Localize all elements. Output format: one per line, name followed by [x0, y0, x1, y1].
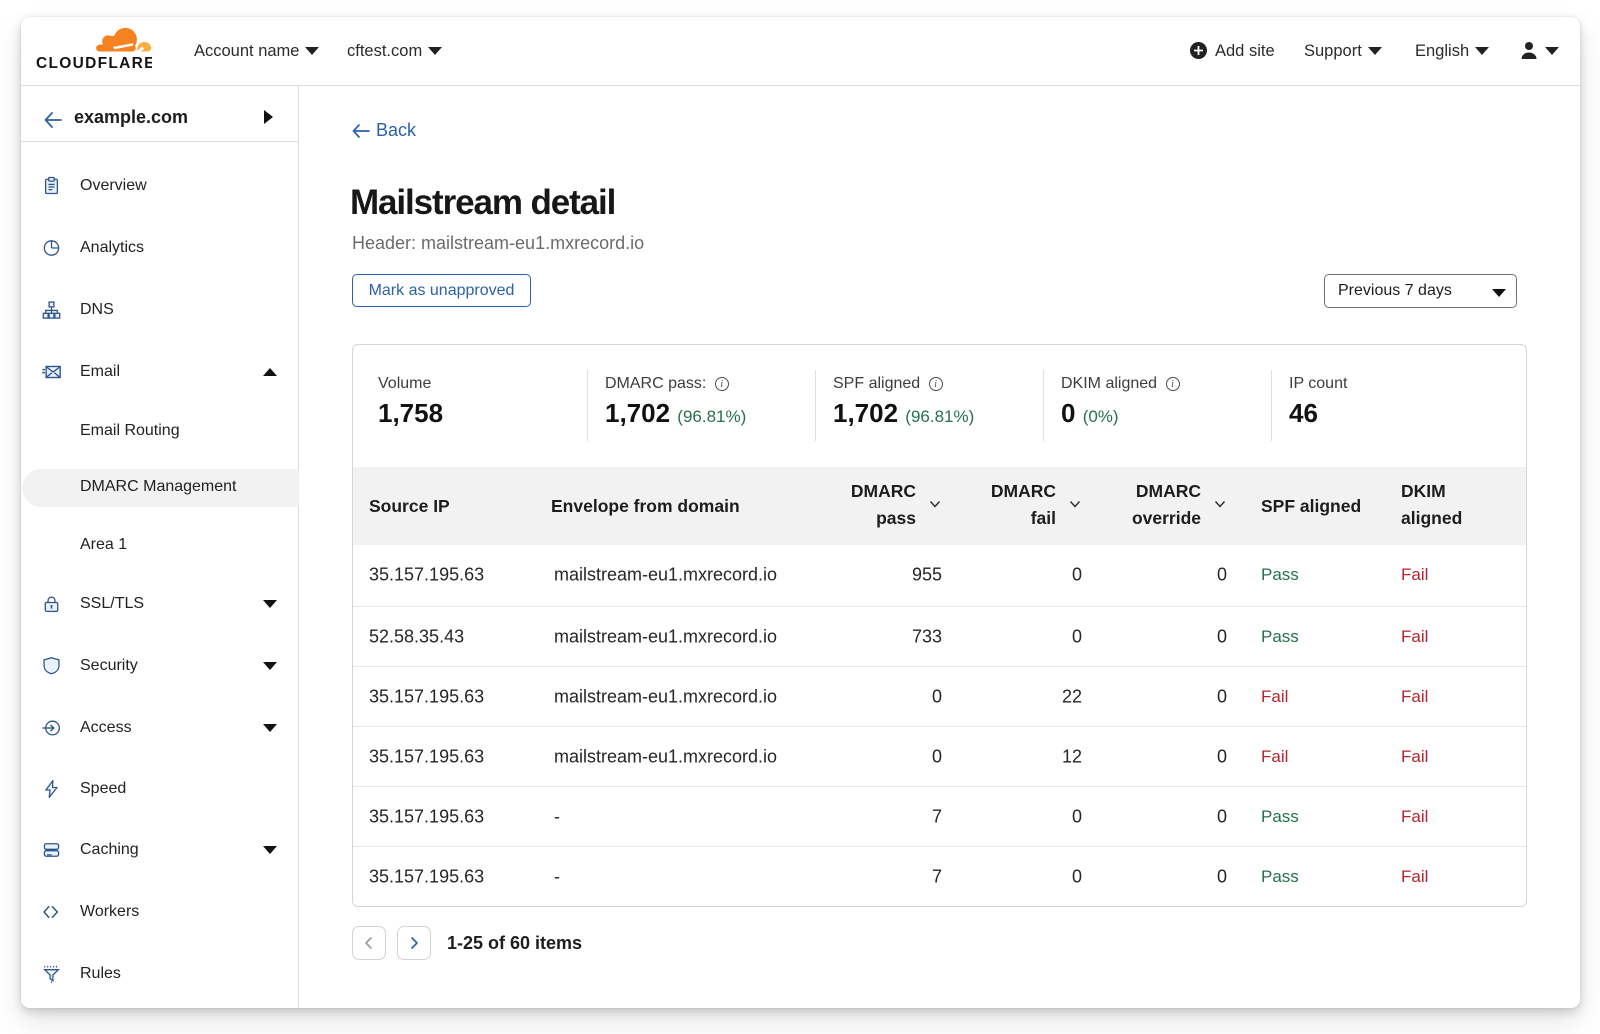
svg-text:CLOUDFLARE: CLOUDFLARE	[36, 55, 152, 72]
